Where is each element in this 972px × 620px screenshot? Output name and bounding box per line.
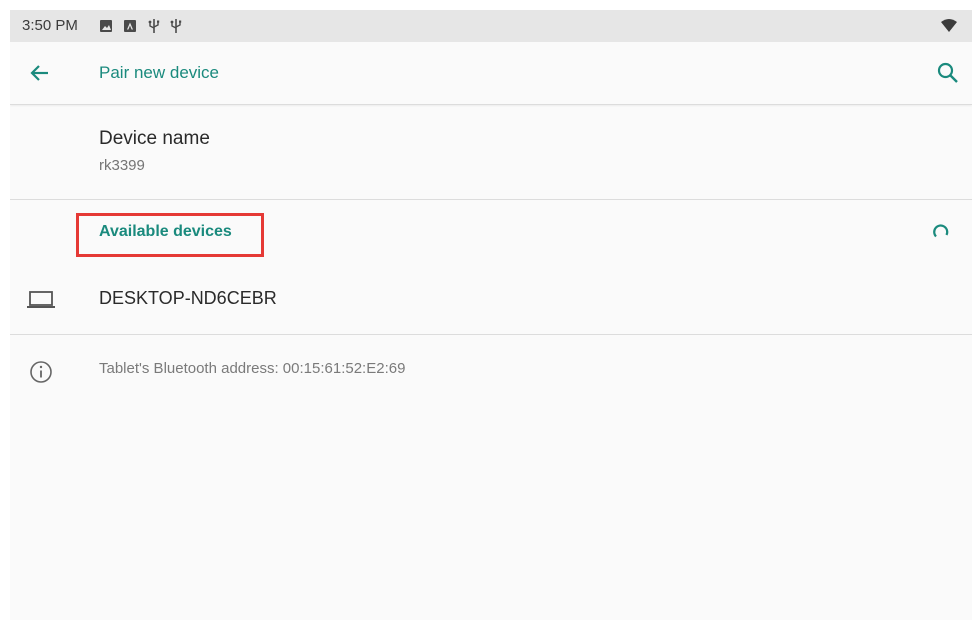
back-arrow-icon[interactable] — [26, 59, 54, 87]
device-name-preference[interactable]: Device name rk3399 — [10, 105, 972, 200]
app-a-icon — [122, 18, 138, 34]
device-name-value: rk3399 — [99, 157, 145, 174]
status-bar: 3:50 PM — [10, 10, 972, 42]
search-icon[interactable] — [934, 59, 962, 87]
settings-screen: 3:50 PM Pair new device Device name rk33… — [10, 10, 972, 620]
app-bar: Pair new device — [10, 42, 972, 105]
usb-icon — [146, 18, 162, 34]
bluetooth-address-info: Tablet's Bluetooth address: 00:15:61:52:… — [10, 335, 972, 405]
device-name-title: Device name — [99, 128, 210, 149]
status-time: 3:50 PM — [22, 17, 78, 34]
wifi-icon — [940, 18, 958, 34]
device-name-label: DESKTOP-ND6CEBR — [99, 288, 277, 308]
laptop-icon — [26, 286, 56, 312]
info-icon — [28, 359, 54, 385]
available-devices-header: Available devices — [10, 200, 972, 266]
bluetooth-address-text: Tablet's Bluetooth address: 00:15:61:52:… — [99, 360, 406, 377]
progress-spinner-icon — [930, 221, 952, 243]
available-devices-label: Available devices — [99, 223, 232, 240]
usb-icon — [168, 18, 184, 34]
device-list-item[interactable]: DESKTOP-ND6CEBR — [10, 266, 972, 335]
image-icon — [98, 18, 114, 34]
page-title: Pair new device — [99, 63, 220, 82]
